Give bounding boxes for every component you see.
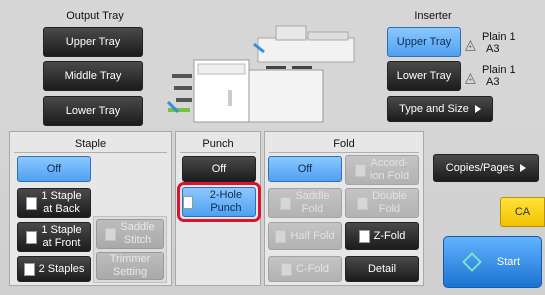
trimmer-setting-line1: Trimmer [109,253,151,266]
output-tray-title: Output Tray [66,10,124,22]
inserter-upper-paper-size: A3 [486,43,500,55]
trimmer-setting-line2: Setting [112,266,148,278]
accordion-fold-button[interactable]: Accord-ion Fold [345,155,419,185]
two-staples-button[interactable]: 2 Staples [17,256,91,282]
inserter-lower-tray-button[interactable]: Lower Tray [387,61,461,91]
inserter-title: Inserter [414,10,452,22]
copies-pages-label: Copies/Pages [445,161,515,174]
double-fold-line1: Double [372,190,407,203]
saddle-fold-line1: Saddle [295,190,330,203]
document-icon [183,195,193,209]
accordion-fold-line1: Accord- [370,157,409,170]
staple-1-at-front-line1: 1 Staple [41,224,82,237]
double-fold-line2: Fold [378,203,401,215]
arrow-right-icon [520,164,527,172]
paper-stack-icon: ◬ [465,36,476,52]
inserter-upper-tray-button[interactable]: Upper Tray [387,27,461,57]
output-upper-tray-button[interactable]: Upper Tray [43,27,143,57]
document-icon [26,196,38,210]
double-fold-button[interactable]: Double Fold [345,188,419,218]
start-button[interactable]: Start [443,236,542,288]
divider [269,152,419,153]
document-icon [357,196,369,210]
divider [180,152,256,153]
inserter-lower-paper-size: A3 [486,76,500,88]
trimmer-setting-button[interactable]: Trimmer Setting [96,252,164,280]
document-icon [23,262,35,276]
fold-off-button[interactable]: Off [268,156,342,182]
type-and-size-label: Type and Size [399,102,469,115]
z-fold-button[interactable]: Z-Fold [345,222,419,250]
document-icon [358,229,370,243]
staple-title: Staple [74,138,107,150]
divider [14,152,167,153]
fold-detail-button[interactable]: Detail [345,256,419,282]
punch-off-button[interactable]: Off [182,156,256,182]
staple-1-at-back-line1: 1 Staple [41,190,82,203]
half-fold-label: Half Fold [290,229,335,242]
two-hole-punch-label: 2-Hole Punch [209,189,243,214]
fold-title: Fold [333,138,355,150]
document-icon [280,196,292,210]
two-staples-label: 2 Staples [38,262,85,275]
arrow-right-icon [474,105,481,113]
staple-1-at-back-button[interactable]: 1 Staple at Back [17,188,91,218]
half-fold-button[interactable]: Half Fold [268,222,342,250]
z-fold-label: Z-Fold [373,229,406,242]
document-icon [105,227,117,241]
copies-pages-button[interactable]: Copies/Pages [433,154,539,182]
staple-off-button[interactable]: Off [17,156,91,182]
document-icon [26,230,38,244]
accordion-fold-line2: ion Fold [369,170,410,182]
saddle-fold-line2: Fold [301,203,324,215]
two-hole-punch-button[interactable]: 2-Hole Punch [182,187,256,217]
finisher-machine-illustration [166,25,355,123]
paper-stack-icon: ◬ [465,69,476,85]
saddle-fold-button[interactable]: Saddle Fold [268,188,342,218]
output-middle-tray-button[interactable]: Middle Tray [43,61,143,91]
clear-all-button[interactable]: CA [500,197,545,227]
saddle-stitch-button[interactable]: Saddle Stitch [96,219,164,249]
punch-title: Punch [202,138,234,150]
staple-1-at-front-button[interactable]: 1 Staple at Front [17,222,91,252]
finishing-settings-screen: Output Tray Upper Tray Middle Tray Lower… [0,0,545,295]
staple-1-at-back-line2: at Back [43,203,80,215]
inserter-lower-paper-type: Plain 1 [482,64,516,76]
inserter-upper-paper-type: Plain 1 [482,31,516,43]
output-lower-tray-button[interactable]: Lower Tray [43,96,143,126]
tray-settings-area: Output Tray Upper Tray Middle Tray Lower… [0,0,545,128]
start-diamond-icon [461,252,482,272]
document-icon [275,229,287,243]
document-icon [280,262,292,276]
saddle-stitch-line2: Stitch [123,234,152,246]
c-fold-button[interactable]: C-Fold [268,256,342,282]
start-label: Start [496,255,521,268]
document-icon [354,163,366,177]
type-and-size-button[interactable]: Type and Size [387,96,493,122]
saddle-stitch-line1: Saddle [120,221,155,234]
c-fold-label: C-Fold [295,262,329,275]
staple-1-at-front-line2: at Front [42,237,81,249]
